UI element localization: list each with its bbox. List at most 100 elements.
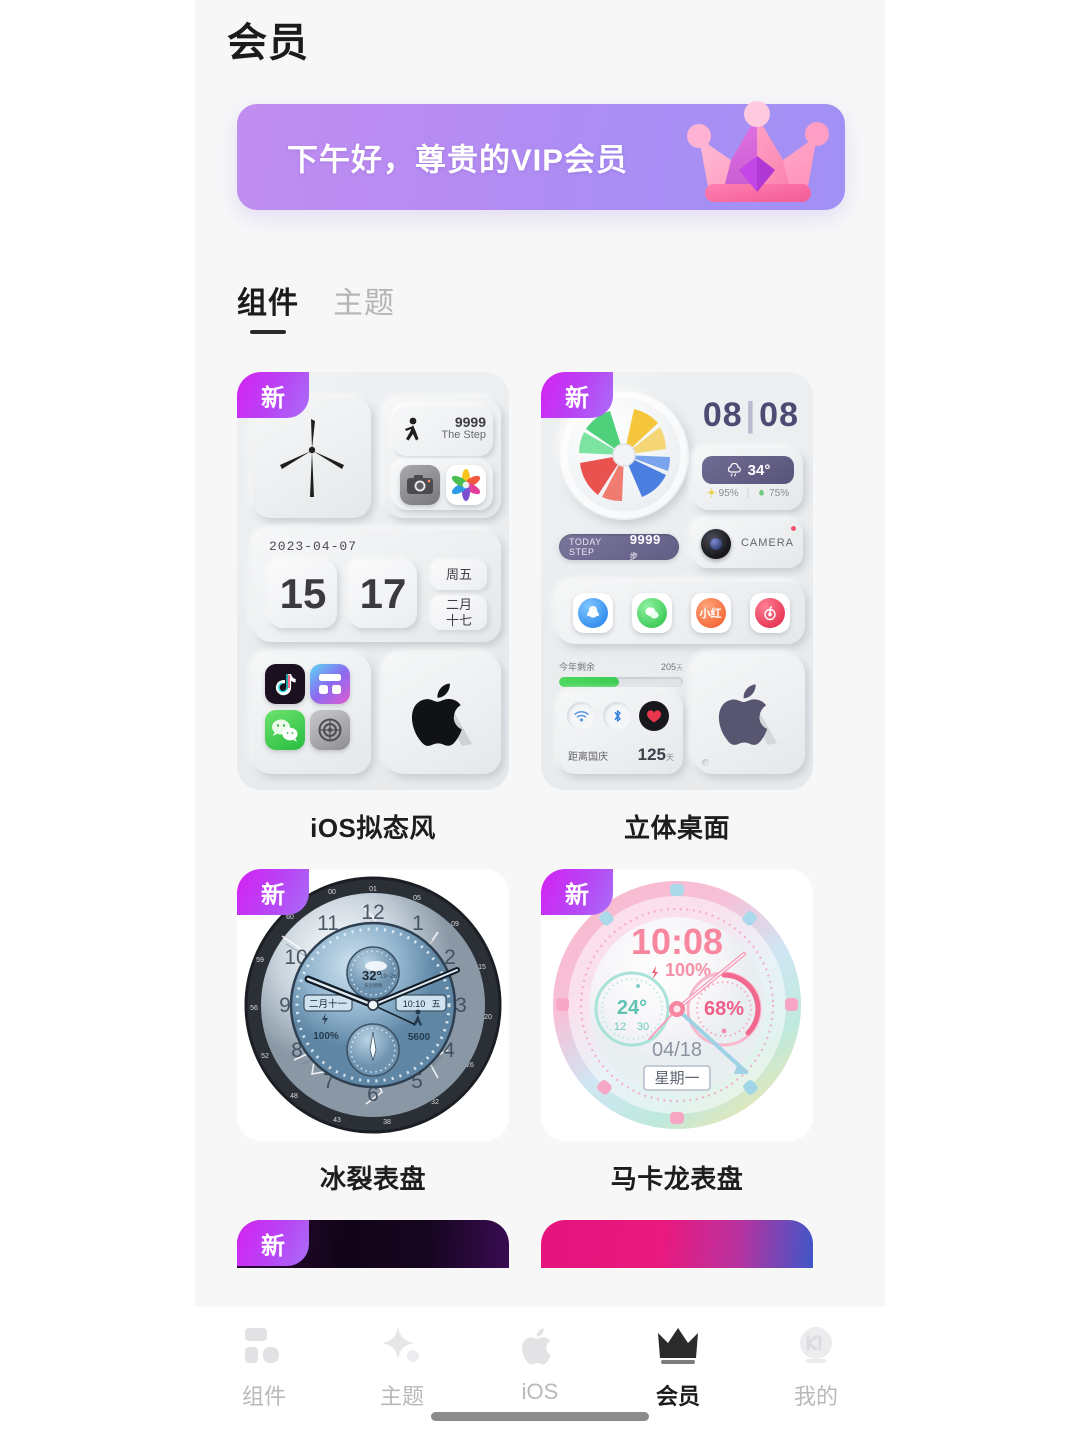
vip-greeting-text: 下午好，尊贵的VIP会员 <box>287 142 628 178</box>
ice-weekday: 五 <box>431 999 440 1009</box>
card-ios-skeuomorphic[interactable]: 9999 The Step 2023-04-07 15 17 周五 二月 十七 … <box>237 372 509 845</box>
xiaohongshu-icon: 小红 <box>690 593 731 633</box>
card-3d-desktop[interactable]: 08|08 34° 95% | 75% CAMERA TODAY STEP 99… <box>541 372 813 845</box>
temperature-value: 34° <box>747 461 771 479</box>
svg-text:多云转晴: 多云转晴 <box>364 982 382 989</box>
card-ice-crack-watchface[interactable]: 01 05 09 15 20 26 32 38 43 48 52 56 59 60 00 <box>237 869 509 1196</box>
step-count: 9999 <box>454 414 486 430</box>
apple-logo-icon <box>411 683 472 746</box>
ice-temp-range: 19~26° <box>380 974 400 980</box>
card-title: 冰裂表盘 <box>319 1164 426 1194</box>
svg-text:20: 20 <box>484 1014 492 1021</box>
ice-temp: 32° <box>362 968 382 983</box>
crown-icon <box>655 1323 701 1369</box>
card-next-row-left[interactable]: 新 <box>237 1220 509 1268</box>
page-title: 会员 <box>227 21 309 65</box>
svg-text:43: 43 <box>333 1117 341 1124</box>
lunar-day: 十七 <box>445 613 472 628</box>
svg-text:00: 00 <box>328 889 336 896</box>
step-label: The Step <box>441 429 486 441</box>
widget-apple <box>385 654 501 774</box>
card-thumbnail[interactable] <box>541 1220 813 1268</box>
nav-label: 我的 <box>793 1384 838 1409</box>
svg-text:32: 32 <box>431 1099 439 1106</box>
app-screen: 会员 下午好，尊贵的VIP会员 组件 主题 9999 The Step 2023… <box>195 0 885 1439</box>
walking-person-icon <box>405 417 419 441</box>
camera-label: CAMERA <box>740 537 794 549</box>
date-label: 2023-04-07 <box>269 539 358 554</box>
nav-item-components[interactable]: 组件 <box>195 1323 333 1411</box>
new-badge: 新 <box>541 372 613 418</box>
home-indicator[interactable] <box>431 1412 649 1421</box>
widgets-icon <box>242 1323 286 1369</box>
macaron-ring-pct: 68% <box>704 998 744 1020</box>
card-thumbnail[interactable]: 10:08 100% 24° 12 30 68% 04/18 星期一 新 <box>541 869 813 1141</box>
widget-date: 2023-04-07 15 17 周五 二月 十七 <box>253 530 501 642</box>
camera-icon <box>400 465 440 505</box>
new-badge: 新 <box>237 869 309 915</box>
widget-dock: 小红 <box>557 582 805 644</box>
widget-apple <box>693 654 805 774</box>
step-label: TODAY STEP <box>569 537 602 557</box>
svg-text:52: 52 <box>261 1053 269 1060</box>
settings-icon <box>310 710 350 750</box>
tiktok-icon <box>265 664 305 704</box>
weekday-text: 周五 <box>445 566 472 582</box>
card-thumbnail[interactable]: 9999 The Step 2023-04-07 15 17 周五 二月 十七 … <box>237 372 509 790</box>
card-thumbnail[interactable]: 08|08 34° 95% | 75% CAMERA TODAY STEP 99… <box>541 372 813 790</box>
apple-logo-icon <box>520 1323 560 1369</box>
nav-item-ios[interactable]: iOS <box>471 1323 609 1405</box>
widget-board: 08|08 34° 95% | 75% CAMERA TODAY STEP 99… <box>541 372 813 790</box>
card-thumbnail[interactable]: 新 <box>237 1220 509 1268</box>
svg-text:01: 01 <box>369 886 377 893</box>
weather-pill: 34° <box>702 456 794 484</box>
macaron-low: 12 <box>614 1021 626 1033</box>
ice-battery: 100% <box>313 1031 339 1042</box>
widget-column-right: 9999 The Step <box>385 398 501 518</box>
svg-text:38: 38 <box>383 1119 391 1126</box>
macaron-temp: 24° <box>617 997 647 1019</box>
vip-banner[interactable]: 下午好，尊贵的VIP会员 <box>237 101 845 210</box>
widget-icon <box>310 664 350 704</box>
clock-hour: 08 <box>702 396 743 434</box>
macaron-battery: 100% <box>665 960 711 980</box>
widget-board: 9999 The Step 2023-04-07 15 17 周五 二月 十七 <box>237 372 509 790</box>
card-thumbnail[interactable]: 01 05 09 15 20 26 32 38 43 48 52 56 59 60 00 <box>237 869 509 1141</box>
step-unit: 步 <box>629 552 639 561</box>
countdown-label: 距离国庆 <box>568 752 608 763</box>
nav-label: 主题 <box>379 1384 424 1409</box>
apple-logo-icon <box>718 684 778 746</box>
nav-item-profile[interactable]: 我的 <box>747 1323 885 1411</box>
bluetooth-icon <box>603 702 631 730</box>
clock-minute: 17 <box>349 560 417 628</box>
widget-app-pair <box>393 460 493 510</box>
countdown-value: 125 <box>637 745 666 764</box>
sparkle-icon <box>380 1323 424 1369</box>
wechat-icon <box>265 710 305 750</box>
profile-icon <box>794 1323 838 1369</box>
wind-turbine-icon <box>280 419 344 497</box>
widget-weather: 34° 95% | 75% <box>693 448 803 510</box>
svg-text:60: 60 <box>286 914 294 921</box>
tab-components[interactable]: 组件 <box>237 278 299 338</box>
widget-camera: CAMERA <box>693 520 803 568</box>
card-next-row-right[interactable] <box>541 1220 813 1268</box>
widget-app-grid <box>253 654 371 774</box>
card-title: 马卡龙表盘 <box>610 1164 744 1194</box>
widget-year-progress: 今年剩余 205天 <box>559 660 683 687</box>
svg-text:1: 1 <box>412 912 424 935</box>
nav-item-membership[interactable]: 会员 <box>609 1323 747 1411</box>
lunar-box: 二月 十七 <box>431 596 487 630</box>
weekday-box: 周五 <box>431 560 487 590</box>
card-macaron-watchface[interactable]: 10:08 100% 24° 12 30 68% 04/18 星期一 新 马卡龙… <box>541 869 813 1196</box>
widget-step-pill: TODAY STEP 9999 步 <box>559 532 679 561</box>
macaron-high: 30 <box>637 1021 649 1033</box>
svg-text:3: 3 <box>455 994 467 1017</box>
progress-unit: 天 <box>676 665 683 672</box>
nav-item-themes[interactable]: 主题 <box>333 1323 471 1411</box>
card-title: iOS拟态风 <box>310 813 436 843</box>
card-grid: 9999 The Step 2023-04-07 15 17 周五 二月 十七 … <box>237 372 845 1268</box>
new-badge: 新 <box>237 372 309 418</box>
step-count: 9999 <box>629 532 661 547</box>
tab-themes[interactable]: 主题 <box>333 278 395 338</box>
